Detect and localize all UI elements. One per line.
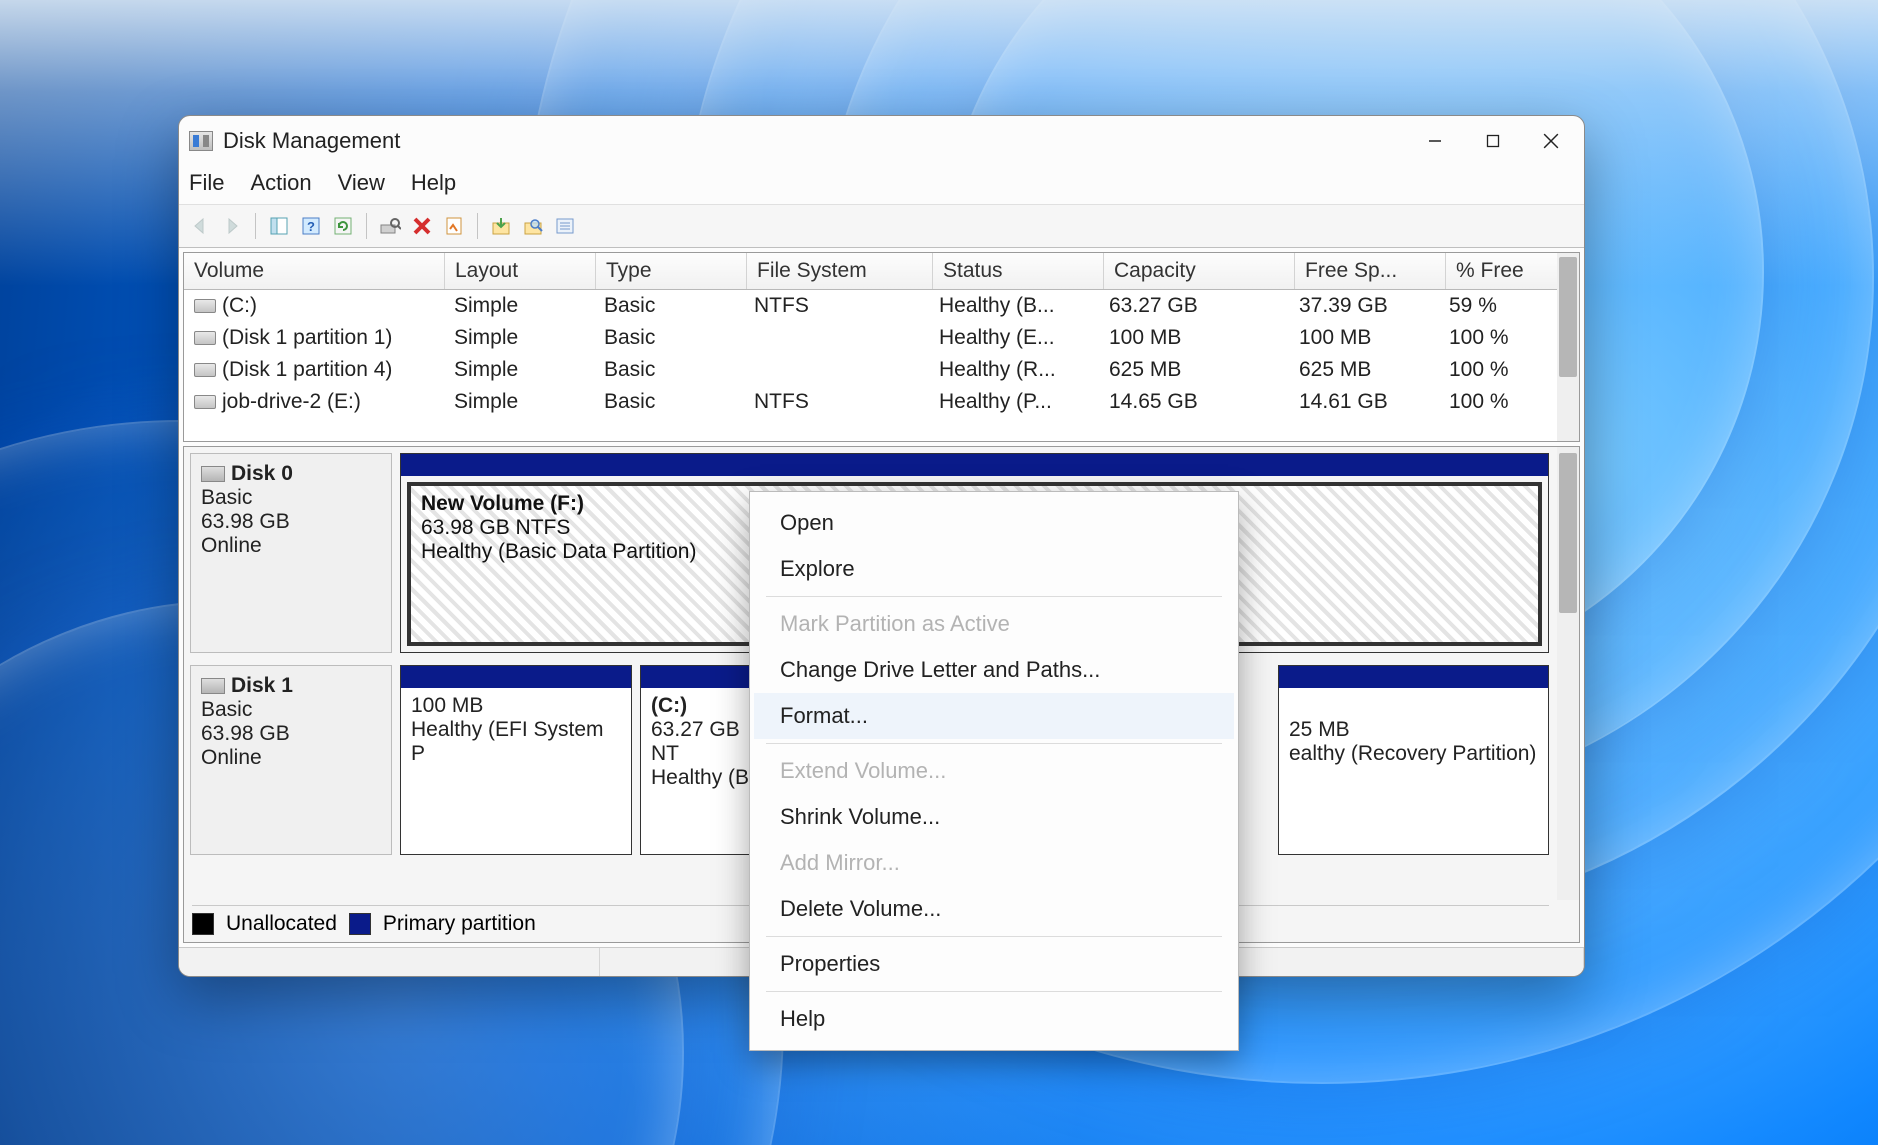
- volume-row[interactable]: (C:)SimpleBasicNTFSHealthy (B...63.27 GB…: [184, 290, 1579, 322]
- settings-icon[interactable]: [550, 211, 580, 241]
- volume-icon: [194, 299, 216, 313]
- partition-recovery[interactable]: 25 MB ealthy (Recovery Partition): [1278, 665, 1549, 855]
- menu-action[interactable]: Action: [250, 170, 311, 196]
- show-hide-tree-icon[interactable]: [264, 211, 294, 241]
- col-free-space[interactable]: Free Sp...: [1295, 253, 1446, 289]
- partition-status: Healthy (EFI System P: [411, 718, 621, 766]
- app-icon: [189, 131, 213, 151]
- close-button[interactable]: [1522, 121, 1580, 161]
- partition-status: ealthy (Recovery Partition): [1289, 742, 1538, 766]
- volume-list-scrollbar[interactable]: [1557, 253, 1579, 441]
- toolbar: ?: [179, 205, 1584, 248]
- hdd-icon: [201, 678, 225, 694]
- legend-label-primary: Primary partition: [383, 912, 536, 936]
- partition-size: 25 MB: [1289, 718, 1538, 742]
- forward-icon[interactable]: [217, 211, 247, 241]
- disk-info-0[interactable]: Disk 0 Basic 63.98 GB Online: [190, 453, 392, 653]
- find-icon[interactable]: [518, 211, 548, 241]
- volume-icon: [194, 395, 216, 409]
- ctx-delete-volume[interactable]: Delete Volume...: [754, 886, 1234, 932]
- ctx-format[interactable]: Format...: [754, 693, 1234, 739]
- menubar: File Action View Help: [179, 166, 1584, 205]
- partition-efi[interactable]: 100 MB Healthy (EFI System P: [400, 665, 632, 855]
- partition-name: [1289, 694, 1538, 718]
- ctx-mark-partition-as-active: Mark Partition as Active: [754, 601, 1234, 647]
- ctx-explore[interactable]: Explore: [754, 546, 1234, 592]
- disk1-size: 63.98 GB: [201, 722, 381, 746]
- disk-info-1[interactable]: Disk 1 Basic 63.98 GB Online: [190, 665, 392, 855]
- disk1-state: Online: [201, 746, 381, 770]
- volume-row[interactable]: (Disk 1 partition 4)SimpleBasicHealthy (…: [184, 354, 1579, 386]
- col-type[interactable]: Type: [596, 253, 747, 289]
- ctx-add-mirror: Add Mirror...: [754, 840, 1234, 886]
- menu-help[interactable]: Help: [411, 170, 456, 196]
- col-status[interactable]: Status: [933, 253, 1104, 289]
- col-layout[interactable]: Layout: [445, 253, 596, 289]
- column-headers[interactable]: Volume Layout Type File System Status Ca…: [184, 253, 1579, 290]
- ctx-extend-volume: Extend Volume...: [754, 748, 1234, 794]
- help-icon[interactable]: ?: [296, 211, 326, 241]
- legend-swatch-primary: [349, 913, 371, 935]
- back-icon[interactable]: [185, 211, 215, 241]
- svg-text:?: ?: [307, 219, 315, 234]
- properties-icon[interactable]: [439, 211, 469, 241]
- context-menu[interactable]: OpenExplore Mark Partition as ActiveChang…: [749, 491, 1239, 1051]
- partition-size: 100 MB: [411, 694, 621, 718]
- ctx-change-drive-letter-and-paths[interactable]: Change Drive Letter and Paths...: [754, 647, 1234, 693]
- disk0-kind: Basic: [201, 486, 381, 510]
- volume-list: Volume Layout Type File System Status Ca…: [183, 252, 1580, 442]
- menu-file[interactable]: File: [189, 170, 224, 196]
- col-volume[interactable]: Volume: [184, 253, 445, 289]
- rescan-icon[interactable]: [375, 211, 405, 241]
- disk0-state: Online: [201, 534, 381, 558]
- ctx-help[interactable]: Help: [754, 996, 1234, 1042]
- titlebar[interactable]: Disk Management: [179, 116, 1584, 166]
- volume-icon: [194, 363, 216, 377]
- import-icon[interactable]: [486, 211, 516, 241]
- disk1-label: Disk 1: [231, 674, 293, 697]
- refresh-icon[interactable]: [328, 211, 358, 241]
- hdd-icon: [201, 466, 225, 482]
- ctx-shrink-volume[interactable]: Shrink Volume...: [754, 794, 1234, 840]
- menu-view[interactable]: View: [338, 170, 385, 196]
- ctx-properties[interactable]: Properties: [754, 941, 1234, 987]
- disk0-label: Disk 0: [231, 462, 293, 485]
- disk0-size: 63.98 GB: [201, 510, 381, 534]
- ctx-open[interactable]: Open: [754, 500, 1234, 546]
- minimize-button[interactable]: [1406, 121, 1464, 161]
- legend-label-unallocated: Unallocated: [226, 912, 337, 936]
- disk1-kind: Basic: [201, 698, 381, 722]
- legend-swatch-unallocated: [192, 913, 214, 935]
- disk-view-scrollbar[interactable]: [1557, 447, 1579, 900]
- col-capacity[interactable]: Capacity: [1104, 253, 1295, 289]
- window-title: Disk Management: [223, 128, 400, 154]
- delete-icon[interactable]: [407, 211, 437, 241]
- maximize-button[interactable]: [1464, 121, 1522, 161]
- volume-row[interactable]: (Disk 1 partition 1)SimpleBasicHealthy (…: [184, 322, 1579, 354]
- col-file-system[interactable]: File System: [747, 253, 933, 289]
- volume-row[interactable]: job-drive-2 (E:)SimpleBasicNTFSHealthy (…: [184, 386, 1579, 418]
- volume-icon: [194, 331, 216, 345]
